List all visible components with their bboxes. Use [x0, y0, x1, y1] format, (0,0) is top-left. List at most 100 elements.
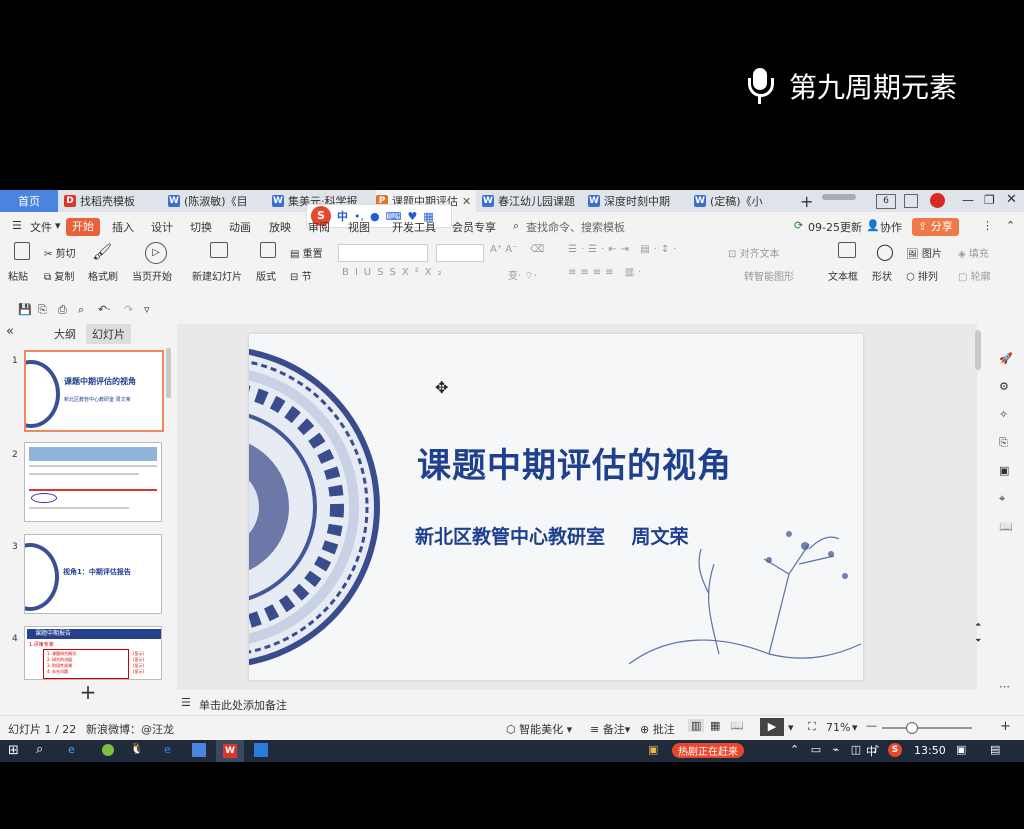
arrange-button[interactable]: ⬡ 排列	[906, 268, 938, 283]
explorer-icon[interactable]	[192, 743, 206, 757]
export-pdf-icon[interactable]: ⎘	[38, 303, 47, 317]
next-slide-icon[interactable]: ⏷	[975, 636, 981, 646]
smartart-button[interactable]: 转智能图形	[744, 268, 794, 283]
menu-member[interactable]: 会员专享	[452, 219, 496, 235]
hamburger-icon[interactable]: ☰	[12, 219, 22, 232]
tab-outline[interactable]: 大纲	[54, 326, 76, 342]
slide-subtitle[interactable]: 新北区教管中心教研室 周文荣	[415, 522, 688, 549]
promo-banner[interactable]: 热剧正在赶来	[672, 743, 744, 758]
picture-button[interactable]: 🖼 图片	[906, 245, 942, 260]
layout-button[interactable]: 版式	[256, 268, 276, 283]
action-center-icon[interactable]: ▤	[990, 743, 1000, 756]
normal-view-icon[interactable]: ▥	[688, 719, 705, 732]
wps-taskbar-item[interactable]: W	[216, 740, 244, 762]
menu-developer[interactable]: 开发工具	[392, 219, 436, 235]
close-window-icon[interactable]: ✕	[1006, 192, 1017, 207]
collapse-ribbon-icon[interactable]: ⌃	[1006, 219, 1015, 232]
layout-icon[interactable]	[904, 194, 918, 208]
paste-button[interactable]: 粘贴	[8, 268, 28, 283]
animation-icon[interactable]: ✧	[999, 408, 1008, 421]
tab-doc-5[interactable]: (定稿)《小	[694, 190, 784, 212]
play-from-current-button[interactable]: 当页开始	[132, 268, 172, 283]
tab-home[interactable]: 首页	[0, 190, 58, 212]
menu-review[interactable]: 审阅	[308, 219, 330, 235]
zoom-out-icon[interactable]: —	[866, 719, 877, 732]
avatar[interactable]	[930, 193, 945, 208]
minimize-icon[interactable]: —	[962, 193, 974, 207]
close-tab-icon[interactable]: ✕	[462, 195, 471, 208]
menu-design[interactable]: 设计	[151, 219, 173, 235]
play-slideshow-button[interactable]: ▶	[760, 718, 784, 736]
menu-slideshow[interactable]: 放映	[269, 219, 291, 235]
panel-scrollbar[interactable]	[166, 348, 171, 398]
undo-icon[interactable]: ↶·	[98, 303, 111, 316]
layout-icon[interactable]	[260, 242, 276, 258]
slide-title[interactable]: 课题中期评估的视角	[417, 438, 732, 487]
share-button[interactable]: ⇪ 分享	[912, 218, 959, 236]
zoom-in-icon[interactable]: +	[1000, 719, 1011, 734]
font-color-icon[interactable]: 变· ⌔·	[508, 267, 537, 283]
transition-icon[interactable]: ⎘	[999, 436, 1008, 450]
window-count-badge[interactable]: 6	[876, 194, 896, 209]
reset-button[interactable]: ▤ 重置	[290, 245, 323, 260]
tab-doc-1[interactable]: (陈淑敏)《目	[168, 190, 268, 212]
list-group[interactable]: ☰·☰·⇤⇥ ▤·↕·	[568, 244, 680, 255]
tab-docer-templates[interactable]: 找稻壳模板	[64, 190, 164, 212]
zoom-slider-thumb[interactable]	[905, 722, 918, 734]
prev-slide-icon[interactable]: ⏶	[975, 620, 981, 630]
font-size-select[interactable]	[436, 244, 484, 262]
shape-icon[interactable]: ◯	[876, 242, 894, 261]
more-tools-icon[interactable]: ⋯	[999, 680, 1010, 693]
windows-start-icon[interactable]: ⊞	[8, 743, 19, 758]
paste-icon[interactable]	[10, 242, 34, 264]
more-icon[interactable]: ⋮	[982, 219, 993, 232]
360-icon[interactable]	[102, 744, 114, 756]
app-icon[interactable]	[254, 743, 268, 757]
notes-pane[interactable]: ☰ 单击此处添加备注	[177, 693, 977, 713]
font-name-select[interactable]	[338, 244, 428, 262]
align-text-button[interactable]: ⊡ 对齐文本	[728, 245, 780, 260]
copy-button[interactable]: ⧉ 复制	[44, 268, 74, 283]
font-grow-icon[interactable]: A⁺ A⁻	[490, 244, 517, 255]
menu-view[interactable]: 视图	[348, 219, 370, 235]
fill-button[interactable]: ◈ 填充	[958, 245, 989, 260]
new-slide-icon[interactable]	[210, 242, 228, 258]
redo-icon[interactable]: ↷	[124, 303, 133, 316]
edge-icon[interactable]: e	[164, 743, 171, 756]
location-icon[interactable]: ⌖	[999, 492, 1005, 506]
print-icon[interactable]: ⎙	[58, 303, 67, 317]
shape-button[interactable]: 形状	[872, 268, 892, 283]
notes-toggle-button[interactable]: ≡ 备注▾	[590, 721, 630, 737]
chevron-down-icon[interactable]: ▾	[55, 219, 61, 232]
outline-button[interactable]: ▢ 轮廓	[958, 268, 991, 283]
menu-insert[interactable]: 插入	[112, 219, 134, 235]
search-icon[interactable]: ⌕	[513, 219, 519, 233]
reading-view-icon[interactable]: 📖	[730, 719, 744, 732]
notification-app-icon[interactable]: ▣	[956, 743, 966, 756]
editor-scrollbar[interactable]	[975, 330, 981, 370]
collab-button[interactable]: 协作	[880, 219, 902, 235]
sliders-icon[interactable]: ⚙	[999, 380, 1009, 393]
format-painter-icon[interactable]: 🖌	[92, 242, 112, 261]
font-style-group[interactable]: BIUSSX²X₂	[342, 267, 448, 278]
save-icon[interactable]: 💾	[18, 303, 32, 316]
zoom-level[interactable]: 71%	[826, 721, 850, 734]
slide-thumb-4[interactable]: 课题中期报告 1.评审专家 1. 课题研究概况 2. 研究的进展 3. 阶段性成…	[24, 626, 162, 680]
strikethrough-icon[interactable]: S	[389, 267, 401, 278]
command-search-input[interactable]: 查找命令、搜索模板	[526, 219, 625, 235]
tab-slides[interactable]: 幻灯片	[86, 324, 131, 344]
print-preview-icon[interactable]: ⌕	[78, 303, 84, 317]
chest-icon[interactable]: ▣	[648, 743, 658, 756]
clock[interactable]: 13:50	[914, 744, 946, 757]
new-tab-button[interactable]: +	[800, 190, 816, 212]
slide-thumb-3[interactable]: 视角1：中期评估报告	[24, 534, 162, 614]
textbox-button[interactable]: 文本框	[828, 268, 858, 283]
clear-format-icon[interactable]: ⌫	[530, 244, 544, 255]
section-button[interactable]: ⊟ 节	[290, 268, 312, 283]
book-icon[interactable]: 📖	[999, 520, 1013, 533]
menu-start[interactable]: 开始	[66, 218, 100, 236]
collapse-panel-icon[interactable]: «	[6, 324, 14, 339]
align-group[interactable]: ≡≡≡≡ ▥·	[568, 267, 645, 278]
slide-canvas[interactable]: 课题中期评估的视角 新北区教管中心教研室 周文荣 ✥	[249, 334, 863, 680]
tab-doc-3[interactable]: 春江幼儿园课题	[482, 190, 582, 212]
